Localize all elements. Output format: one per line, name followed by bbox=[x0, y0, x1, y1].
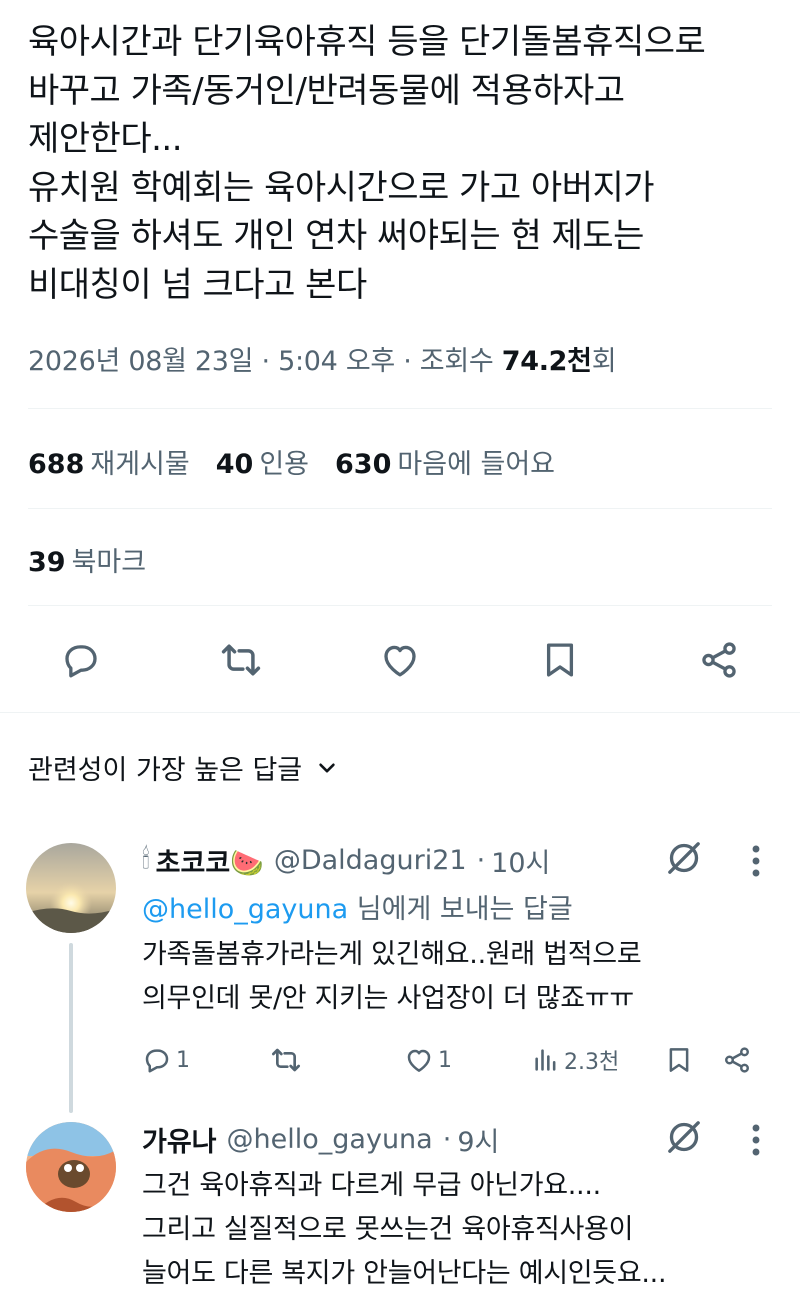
reply-icon bbox=[145, 1049, 169, 1073]
repost-icon bbox=[272, 1048, 300, 1072]
share-button[interactable] bbox=[696, 637, 742, 683]
reply-text: 가족돌봄휴가라는게 있긴해요..원래 법적으로 의무인데 못/안 지키는 사업장… bbox=[142, 939, 642, 1014]
likes-label: 마음에 들어요 bbox=[397, 449, 556, 480]
grok-icon[interactable] bbox=[664, 1117, 704, 1157]
watermelon-emoji: 🍉 bbox=[230, 847, 264, 879]
author-name[interactable]: 가유나 bbox=[142, 1120, 217, 1159]
reply-action-bar: 1 1 2.3천 bbox=[142, 1040, 764, 1080]
bookmark-icon bbox=[669, 1048, 689, 1072]
thread-line bbox=[69, 943, 73, 1113]
like-button[interactable]: 1 bbox=[404, 1040, 452, 1080]
engagement-stats: 688 재게시물 40 인용 630 마음에 들어요 bbox=[28, 442, 555, 481]
reposts-count: 688 bbox=[28, 449, 85, 480]
views-value: 74.2천 bbox=[501, 346, 592, 377]
reply-icon bbox=[65, 645, 97, 678]
repost-button[interactable] bbox=[218, 637, 264, 683]
mention-link[interactable]: @hello_gayuna bbox=[142, 894, 348, 925]
share-icon bbox=[725, 1047, 749, 1073]
cartoon-avatar-image bbox=[26, 1122, 116, 1212]
replies-sort-dropdown[interactable]: 관련성이 가장 높은 답글 bbox=[28, 748, 338, 787]
tweet-action-bar bbox=[28, 628, 772, 692]
like-icon bbox=[384, 645, 416, 677]
like-button[interactable] bbox=[377, 637, 423, 683]
bookmarks-label: 북마크 bbox=[71, 547, 147, 578]
repost-icon bbox=[221, 644, 260, 676]
views-suffix: 회 bbox=[591, 346, 617, 377]
quotes-label: 인용 bbox=[259, 449, 310, 480]
tweet-text: 육아시간과 단기육아휴직 등을 단기돌봄휴직으로 바꾸고 가족/동거인/반려동물… bbox=[28, 22, 706, 305]
likes-count: 630 bbox=[335, 449, 392, 480]
bookmark-button[interactable] bbox=[537, 637, 583, 683]
bookmarks-count: 39 bbox=[28, 547, 66, 578]
views-label: 조회수 bbox=[419, 346, 494, 377]
author-name[interactable]: 초코코🍉 bbox=[156, 841, 264, 880]
section-divider bbox=[0, 712, 800, 713]
author-name-text: 초코코 bbox=[155, 847, 231, 879]
reposts-label: 재게시물 bbox=[90, 449, 190, 480]
replying-to: @hello_gayuna 님에게 보내는 답글 bbox=[142, 887, 573, 926]
tweet-date[interactable]: 2026년 08월 23일 bbox=[28, 346, 254, 377]
sunset-avatar-image bbox=[26, 843, 116, 933]
repost-button[interactable] bbox=[270, 1040, 302, 1080]
reply-text: 그건 육아휴직과 다르게 무급 아닌가요.... 그리고 실질적으로 못쓰는건 … bbox=[142, 1170, 667, 1289]
reply-button[interactable] bbox=[58, 637, 104, 683]
tweet-time[interactable]: 5:04 오후 bbox=[278, 346, 395, 377]
views-button[interactable]: 2.3천 bbox=[532, 1040, 619, 1080]
share-button[interactable] bbox=[722, 1040, 752, 1080]
reply-header: 🕯 초코코🍉 @Daldaguri21 · 10시 bbox=[142, 840, 550, 880]
quotes-stat[interactable]: 40 인용 bbox=[216, 442, 309, 481]
divider bbox=[28, 508, 772, 509]
meta-separator: · bbox=[476, 844, 486, 876]
avatar[interactable] bbox=[26, 1122, 116, 1212]
reply-button[interactable]: 1 bbox=[142, 1040, 190, 1080]
reposts-stat[interactable]: 688 재게시물 bbox=[28, 442, 190, 481]
bookmarks-stat[interactable]: 39 북마크 bbox=[28, 540, 146, 579]
more-options-icon[interactable] bbox=[748, 843, 764, 879]
replies-sort-label: 관련성이 가장 높은 답글 bbox=[28, 755, 303, 786]
replying-to-suffix: 님에게 보내는 답글 bbox=[348, 894, 573, 925]
share-icon bbox=[702, 642, 736, 678]
candle-emoji: 🕯 bbox=[142, 844, 150, 875]
grok-icon[interactable] bbox=[664, 838, 704, 878]
like-count: 1 bbox=[438, 1047, 452, 1073]
likes-stat[interactable]: 630 마음에 들어요 bbox=[335, 442, 555, 481]
meta-separator: · bbox=[261, 346, 271, 377]
avatar[interactable] bbox=[26, 843, 116, 933]
like-icon bbox=[407, 1049, 431, 1072]
meta-separator: · bbox=[403, 346, 412, 377]
reply-time[interactable]: 9시 bbox=[457, 1120, 499, 1159]
author-handle[interactable]: @hello_gayuna bbox=[227, 1124, 433, 1155]
more-options-icon[interactable] bbox=[748, 1122, 764, 1158]
author-handle[interactable]: @Daldaguri21 bbox=[274, 845, 467, 876]
meta-separator: · bbox=[442, 1123, 452, 1155]
reply-time[interactable]: 10시 bbox=[491, 841, 550, 880]
bookmark-button[interactable] bbox=[664, 1040, 694, 1080]
divider bbox=[28, 605, 772, 606]
quotes-count: 40 bbox=[215, 449, 254, 480]
reply-count: 1 bbox=[176, 1047, 190, 1073]
analytics-icon bbox=[535, 1049, 556, 1071]
chevron-down-icon bbox=[319, 763, 335, 772]
reply-header: 가유나 @hello_gayuna · 9시 bbox=[142, 1119, 499, 1159]
tweet-meta: 2026년 08월 23일 · 5:04 오후 · 조회수 74.2천회 bbox=[28, 339, 617, 378]
views-count: 2.3천 bbox=[564, 1050, 620, 1075]
divider bbox=[28, 408, 772, 409]
bookmark-icon bbox=[546, 643, 573, 677]
